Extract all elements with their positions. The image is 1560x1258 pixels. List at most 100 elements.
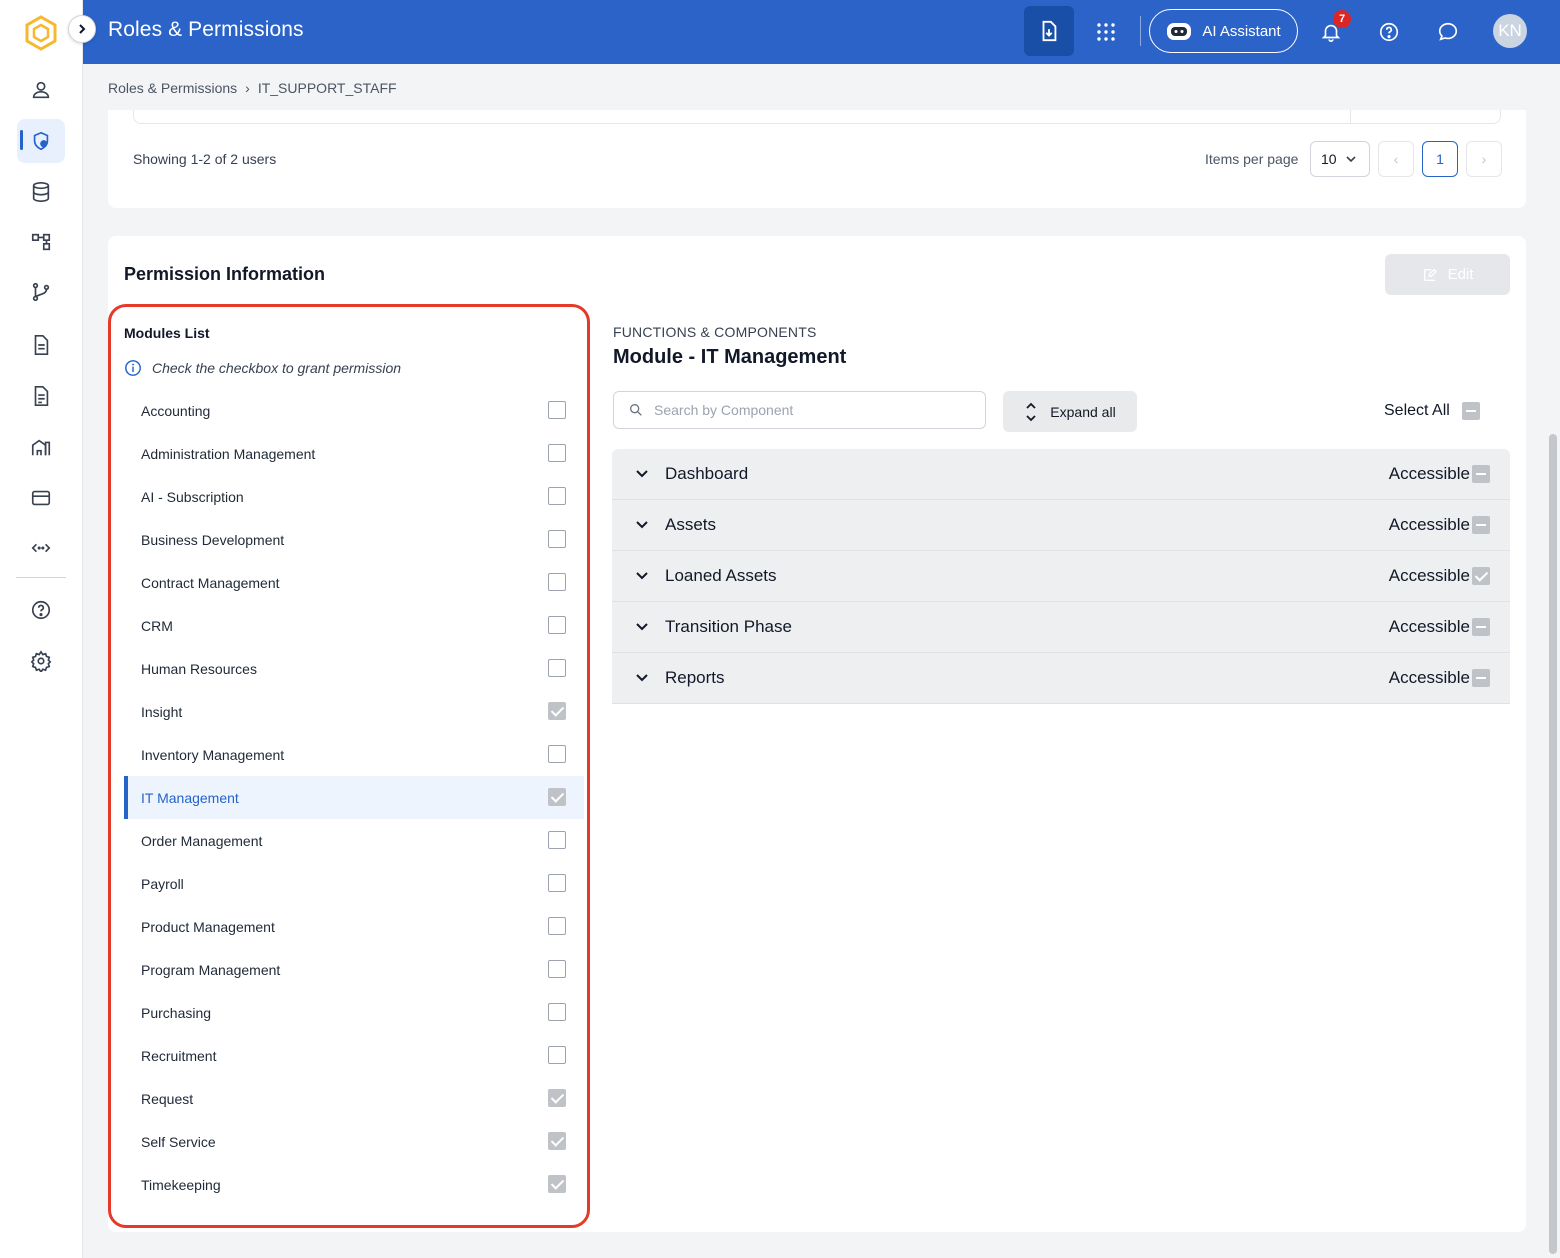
credit-card-icon[interactable] bbox=[17, 476, 65, 520]
module-label: AI - Subscription bbox=[141, 488, 244, 505]
module-checkbox[interactable] bbox=[548, 1046, 566, 1064]
edit-button[interactable]: Edit bbox=[1385, 254, 1510, 295]
module-checkbox[interactable] bbox=[548, 1175, 566, 1193]
settings-icon[interactable] bbox=[17, 639, 65, 683]
module-item[interactable]: Product Management bbox=[124, 905, 584, 948]
chevron-down-icon[interactable] bbox=[634, 466, 650, 482]
module-checkbox[interactable] bbox=[548, 788, 566, 806]
module-label: Recruitment bbox=[141, 1047, 217, 1064]
module-label: Request bbox=[141, 1090, 194, 1107]
module-checkbox[interactable] bbox=[548, 1003, 566, 1021]
module-checkbox[interactable] bbox=[548, 487, 566, 505]
api-icon[interactable] bbox=[17, 526, 65, 570]
component-row[interactable]: Assets Accessible bbox=[612, 500, 1510, 551]
module-checkbox[interactable] bbox=[548, 530, 566, 548]
module-item[interactable]: Timekeeping bbox=[124, 1163, 584, 1206]
component-checkbox[interactable] bbox=[1472, 516, 1490, 534]
component-checkbox[interactable] bbox=[1472, 669, 1490, 687]
sidebar-expand-button[interactable] bbox=[68, 15, 96, 43]
module-item[interactable]: Purchasing bbox=[124, 991, 584, 1034]
building-icon[interactable] bbox=[17, 425, 65, 469]
module-label: CRM bbox=[141, 617, 173, 634]
chevron-down-icon[interactable] bbox=[634, 568, 650, 584]
chat-button[interactable] bbox=[1430, 14, 1466, 50]
help-button[interactable] bbox=[1371, 14, 1407, 50]
module-checkbox[interactable] bbox=[548, 917, 566, 935]
showing-count: Showing 1-2 of 2 users bbox=[133, 151, 277, 167]
module-item[interactable]: Human Resources bbox=[124, 647, 584, 690]
page-1-button[interactable]: 1 bbox=[1422, 141, 1458, 177]
component-row[interactable]: Reports Accessible bbox=[612, 653, 1510, 704]
modules-hint-text: Check the checkbox to grant permission bbox=[152, 360, 402, 376]
header-separator bbox=[1140, 16, 1141, 46]
document-icon[interactable] bbox=[17, 323, 65, 367]
select-all-label: Select All bbox=[1384, 402, 1450, 419]
module-item[interactable]: Business Development bbox=[124, 518, 584, 561]
module-item[interactable]: IT Management bbox=[124, 776, 584, 819]
page-scrollbar[interactable] bbox=[1549, 434, 1557, 1254]
report-icon[interactable] bbox=[17, 374, 65, 418]
git-branch-icon[interactable] bbox=[17, 270, 65, 314]
module-item[interactable]: Inventory Management bbox=[124, 733, 584, 776]
module-checkbox[interactable] bbox=[548, 702, 566, 720]
select-all[interactable]: Select All bbox=[1384, 402, 1480, 420]
module-item[interactable]: Order Management bbox=[124, 819, 584, 862]
workflow-icon[interactable] bbox=[17, 220, 65, 264]
module-item[interactable]: Accounting bbox=[124, 389, 584, 432]
module-checkbox[interactable] bbox=[548, 401, 566, 419]
module-item[interactable]: Administration Management bbox=[124, 432, 584, 475]
module-checkbox[interactable] bbox=[548, 874, 566, 892]
chevron-down-icon[interactable] bbox=[634, 619, 650, 635]
module-checkbox[interactable] bbox=[548, 745, 566, 763]
component-checkbox[interactable] bbox=[1472, 618, 1490, 636]
user-avatar[interactable]: KN bbox=[1493, 14, 1527, 48]
module-checkbox[interactable] bbox=[548, 573, 566, 591]
apps-grid-button[interactable] bbox=[1088, 14, 1124, 50]
module-item[interactable]: Self Service bbox=[124, 1120, 584, 1163]
download-button[interactable] bbox=[1024, 6, 1074, 56]
user-icon[interactable] bbox=[17, 68, 65, 112]
module-checkbox[interactable] bbox=[548, 960, 566, 978]
component-search[interactable] bbox=[613, 391, 986, 429]
component-access: Accessible bbox=[1389, 515, 1490, 535]
module-item[interactable]: Program Management bbox=[124, 948, 584, 991]
component-checkbox[interactable] bbox=[1472, 465, 1490, 483]
next-page-button[interactable]: › bbox=[1466, 141, 1502, 177]
shield-icon[interactable] bbox=[17, 119, 65, 163]
expand-all-button[interactable]: Expand all bbox=[1003, 391, 1137, 432]
select-all-checkbox[interactable] bbox=[1461, 402, 1480, 420]
component-access: Accessible bbox=[1389, 668, 1490, 688]
module-item[interactable]: Payroll bbox=[124, 862, 584, 905]
module-checkbox[interactable] bbox=[548, 1132, 566, 1150]
module-item[interactable]: Recruitment bbox=[124, 1034, 584, 1077]
module-checkbox[interactable] bbox=[548, 1089, 566, 1107]
chevron-down-icon bbox=[1346, 156, 1356, 163]
chevron-down-icon[interactable] bbox=[634, 517, 650, 533]
component-row[interactable]: Loaned Assets Accessible bbox=[612, 551, 1510, 602]
module-item[interactable]: Contract Management bbox=[124, 561, 584, 604]
component-row[interactable]: Dashboard Accessible bbox=[612, 449, 1510, 500]
module-item[interactable]: Request bbox=[124, 1077, 584, 1120]
component-row[interactable]: Transition Phase Accessible bbox=[612, 602, 1510, 653]
database-icon[interactable] bbox=[17, 170, 65, 214]
component-search-input[interactable] bbox=[654, 402, 954, 418]
component-checkbox[interactable] bbox=[1472, 567, 1490, 585]
ai-assistant-label: AI Assistant bbox=[1202, 22, 1281, 40]
module-item[interactable]: CRM bbox=[124, 604, 584, 647]
items-per-page-select[interactable]: 10 bbox=[1310, 141, 1370, 177]
help-icon[interactable] bbox=[17, 588, 65, 632]
module-checkbox[interactable] bbox=[548, 444, 566, 462]
prev-page-button[interactable]: ‹ bbox=[1378, 141, 1414, 177]
module-item[interactable]: AI - Subscription bbox=[124, 475, 584, 518]
chevron-down-icon[interactable] bbox=[634, 670, 650, 686]
sidebar-divider bbox=[16, 577, 66, 578]
module-item[interactable]: Insight bbox=[124, 690, 584, 733]
breadcrumb-root[interactable]: Roles & Permissions bbox=[108, 80, 237, 96]
ai-assistant-button[interactable]: AI Assistant bbox=[1149, 9, 1298, 53]
module-checkbox[interactable] bbox=[548, 831, 566, 849]
module-checkbox[interactable] bbox=[548, 616, 566, 634]
module-checkbox[interactable] bbox=[548, 659, 566, 677]
sidebar bbox=[0, 0, 83, 1258]
breadcrumb-current: IT_SUPPORT_STAFF bbox=[257, 80, 397, 96]
app-logo[interactable] bbox=[22, 14, 60, 52]
